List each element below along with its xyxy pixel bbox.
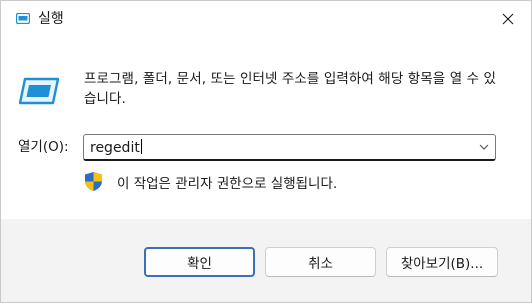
open-label: 열기(O): <box>18 139 69 155</box>
text-caret <box>140 139 142 154</box>
open-combobox[interactable]: regedit <box>83 134 496 161</box>
admin-notice: 이 작업은 관리자 권한으로 실행됩니다. <box>117 176 338 192</box>
description-text: 프로그램, 폴더, 문서, 또는 인터넷 주소를 입력하여 해당 항목을 열 수… <box>84 71 497 107</box>
uac-shield-icon <box>85 172 102 191</box>
title-bar: 실행 <box>1 1 531 37</box>
ok-button[interactable]: 확인 <box>144 247 255 277</box>
window-title: 실행 <box>38 11 64 27</box>
chevron-down-icon[interactable] <box>479 143 489 151</box>
run-dialog: 실행 프로그램, 폴더, 문서, 또는 인터넷 주소를 입력하여 해당 항목을 … <box>0 0 532 303</box>
browse-button[interactable]: 찾아보기(B)... <box>386 247 498 277</box>
run-icon <box>16 13 30 24</box>
content-panel: 프로그램, 폴더, 문서, 또는 인터넷 주소를 입력하여 해당 항목을 열 수… <box>1 37 531 219</box>
close-icon <box>502 13 514 25</box>
cancel-button[interactable]: 취소 <box>265 247 376 277</box>
close-button[interactable] <box>485 1 531 37</box>
run-icon <box>19 77 59 105</box>
open-input-value[interactable]: regedit <box>90 139 142 157</box>
